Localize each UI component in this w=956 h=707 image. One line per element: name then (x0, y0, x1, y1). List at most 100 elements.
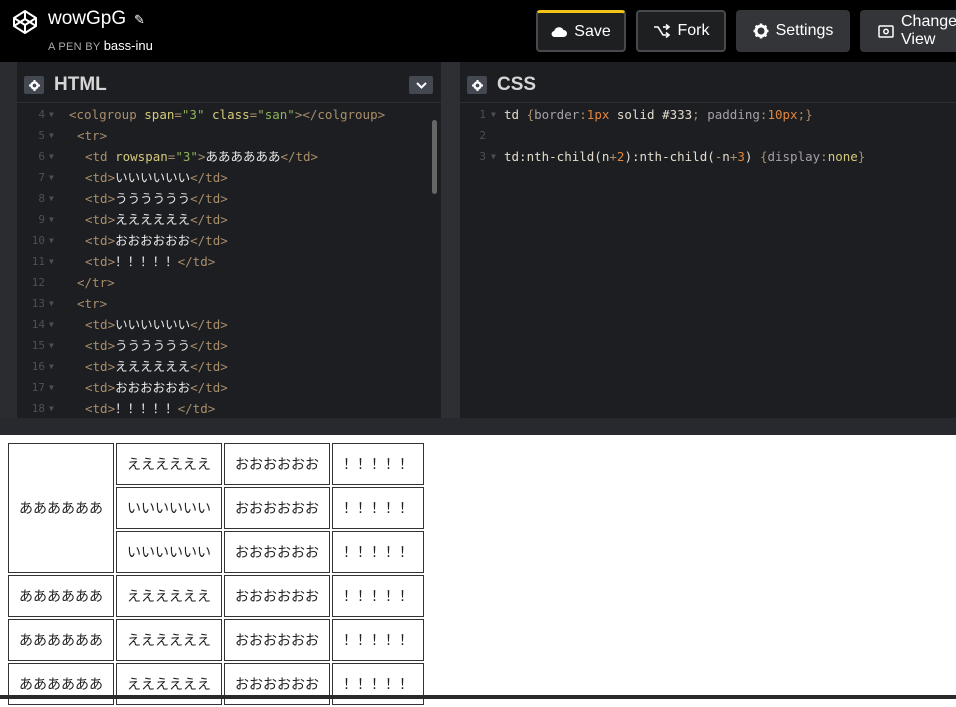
gear-icon (471, 79, 483, 91)
settings-button[interactable]: Settings (736, 10, 850, 52)
fold-arrow-icon[interactable]: ▼ (49, 104, 54, 125)
table-cell: ！！！！！ (332, 575, 424, 617)
line-number: 13 (31, 297, 45, 310)
css-settings-button[interactable] (467, 76, 487, 94)
fold-arrow-icon[interactable]: ▼ (49, 251, 54, 272)
line-number: 5 (38, 129, 45, 142)
line-number: 12 (31, 276, 45, 289)
table-cell: ！！！！！ (332, 619, 424, 661)
result-resizer[interactable] (0, 418, 956, 436)
code-text: <td>ええええええ</td> (85, 212, 228, 227)
fold-arrow-icon[interactable]: ▼ (49, 209, 54, 230)
table-row: ああああああ ええええええ おおおおおお！！！！！ (8, 619, 424, 661)
html-settings-button[interactable] (24, 76, 44, 94)
pen-byline: A PEN BY bass-inu (48, 38, 153, 53)
line-number: 6 (38, 150, 45, 163)
fold-arrow-icon[interactable]: ▼ (49, 230, 54, 251)
code-text: <td>おおおおおお</td> (85, 233, 228, 248)
codepen-logo-icon[interactable] (12, 9, 38, 35)
table-cell: ええええええ (116, 443, 222, 485)
fold-arrow-icon[interactable]: ▼ (49, 377, 54, 398)
table-cell: ！！！！！ (332, 487, 424, 529)
top-header: wowGpG ✎ A PEN BY bass-inu Save Fork Set… (0, 0, 956, 62)
table-cell: ！！！！！ (332, 531, 424, 573)
fold-arrow-icon[interactable]: ▼ (49, 188, 54, 209)
code-text: <tr> (77, 296, 108, 311)
code-text: <tr> (77, 128, 108, 143)
fold-arrow-icon[interactable]: ▼ (49, 146, 54, 167)
code-text: <td>おおおおおお</td> (85, 380, 228, 395)
table-row: ああああああ ええええええ おおおおおお！！！！！ (8, 443, 424, 573)
css-editor-panel: CSS 1 ▼ td {border:1px solid #333; padding… (460, 68, 956, 418)
code-text: <colgroup span="3" class="san"></colgrou… (69, 107, 386, 122)
table-row: ああああああ ええええええ おおおおおお！！！！！ (8, 575, 424, 617)
line-number: 15 (31, 339, 45, 352)
line-number: 16 (31, 360, 45, 373)
save-button[interactable]: Save (536, 10, 626, 52)
fold-arrow-icon[interactable]: ▼ (49, 356, 54, 377)
css-editor-title: CSS (497, 74, 537, 95)
fold-arrow-icon[interactable]: ▼ (491, 146, 496, 167)
fork-label: Fork (677, 22, 710, 39)
table-cell: おおおおおお (224, 531, 330, 573)
chevron-down-icon (415, 81, 427, 89)
editor-divider[interactable] (441, 62, 460, 418)
fold-arrow-icon[interactable]: ▼ (49, 167, 54, 188)
result-pane: ああああああ ええええええ おおおおおお！！！！！ いいいいいい おおおおおお！！！！！… (0, 435, 956, 705)
line-number: 9 (38, 213, 45, 226)
css-editor-header: CSS (460, 68, 956, 103)
table-cell: ああああああ (8, 619, 114, 661)
table-cell: おおおおおお (224, 619, 330, 661)
table-cell: ああああああ (8, 575, 114, 617)
line-number: 3 (479, 150, 486, 163)
byline-prefix: A PEN BY (48, 41, 101, 53)
code-text: td {border:1px solid #333; padding:10px;… (504, 107, 813, 122)
fold-arrow-icon[interactable]: ▼ (49, 293, 54, 314)
pencil-icon[interactable]: ✎ (134, 13, 145, 28)
gear-icon (28, 79, 40, 91)
css-code-area[interactable]: 1 ▼ td {border:1px solid #333; padding:10p… (460, 104, 956, 418)
html-editor-header: HTML (17, 68, 441, 103)
table-cell: いいいいいい (116, 531, 222, 573)
left-gutter (0, 62, 17, 418)
line-number: 1 (479, 108, 486, 121)
code-text: <td>いいいいいい</td> (85, 170, 228, 185)
code-text: <td>！！！！！</td> (85, 254, 216, 269)
line-number: 7 (38, 171, 45, 184)
gear-icon (753, 23, 769, 39)
fold-arrow-icon[interactable]: ▼ (49, 335, 54, 356)
fork-button[interactable]: Fork (636, 10, 726, 52)
view-icon (878, 24, 894, 38)
settings-label: Settings (775, 22, 834, 39)
html-collapse-button[interactable] (409, 76, 433, 94)
line-number: 18 (31, 402, 45, 415)
table-cell: いいいいいい (116, 487, 222, 529)
code-text: </tr> (77, 275, 115, 290)
bottom-bar (0, 695, 956, 699)
cloud-icon (551, 26, 568, 37)
change-view-button[interactable]: Change View (860, 10, 956, 52)
fold-arrow-icon[interactable]: ▼ (49, 314, 54, 335)
html-code-area[interactable]: 4 ▼ <colgroup span="3" class="san"></colgr… (17, 104, 441, 418)
fork-icon (653, 24, 671, 38)
author-link[interactable]: bass-inu (104, 38, 153, 53)
code-text: <td>ええええええ</td> (85, 359, 228, 374)
table-cell: ！！！！！ (332, 443, 424, 485)
pen-title[interactable]: wowGpG (48, 8, 126, 30)
code-text: td:nth-child(n+2):nth-child(-n+3) {displ… (504, 149, 866, 164)
fold-arrow-icon[interactable]: ▼ (49, 398, 54, 418)
code-text: <td rowspan="3">ああああああ</td> (85, 149, 319, 164)
code-text: <td>！！！！！</td> (85, 401, 216, 416)
line-number: 11 (31, 255, 45, 268)
html-scrollbar[interactable] (432, 120, 437, 194)
line-number: 4 (38, 108, 45, 121)
table-cell: おおおおおお (224, 575, 330, 617)
code-text: <td>いいいいいい</td> (85, 317, 228, 332)
table-cell: おおおおおお (224, 487, 330, 529)
fold-arrow-icon[interactable]: ▼ (491, 104, 496, 125)
line-number: 17 (31, 381, 45, 394)
fold-arrow-icon[interactable]: ▼ (49, 125, 54, 146)
table-cell: ええええええ (116, 575, 222, 617)
html-editor-title: HTML (54, 74, 107, 95)
code-text: <td>うううううう</td> (85, 338, 228, 353)
